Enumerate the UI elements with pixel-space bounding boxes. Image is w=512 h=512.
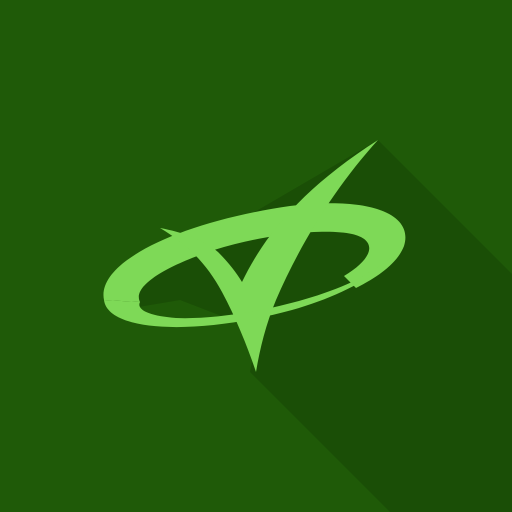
app-icon [0, 0, 512, 512]
checkmark-orbit-logo-icon [0, 0, 512, 512]
